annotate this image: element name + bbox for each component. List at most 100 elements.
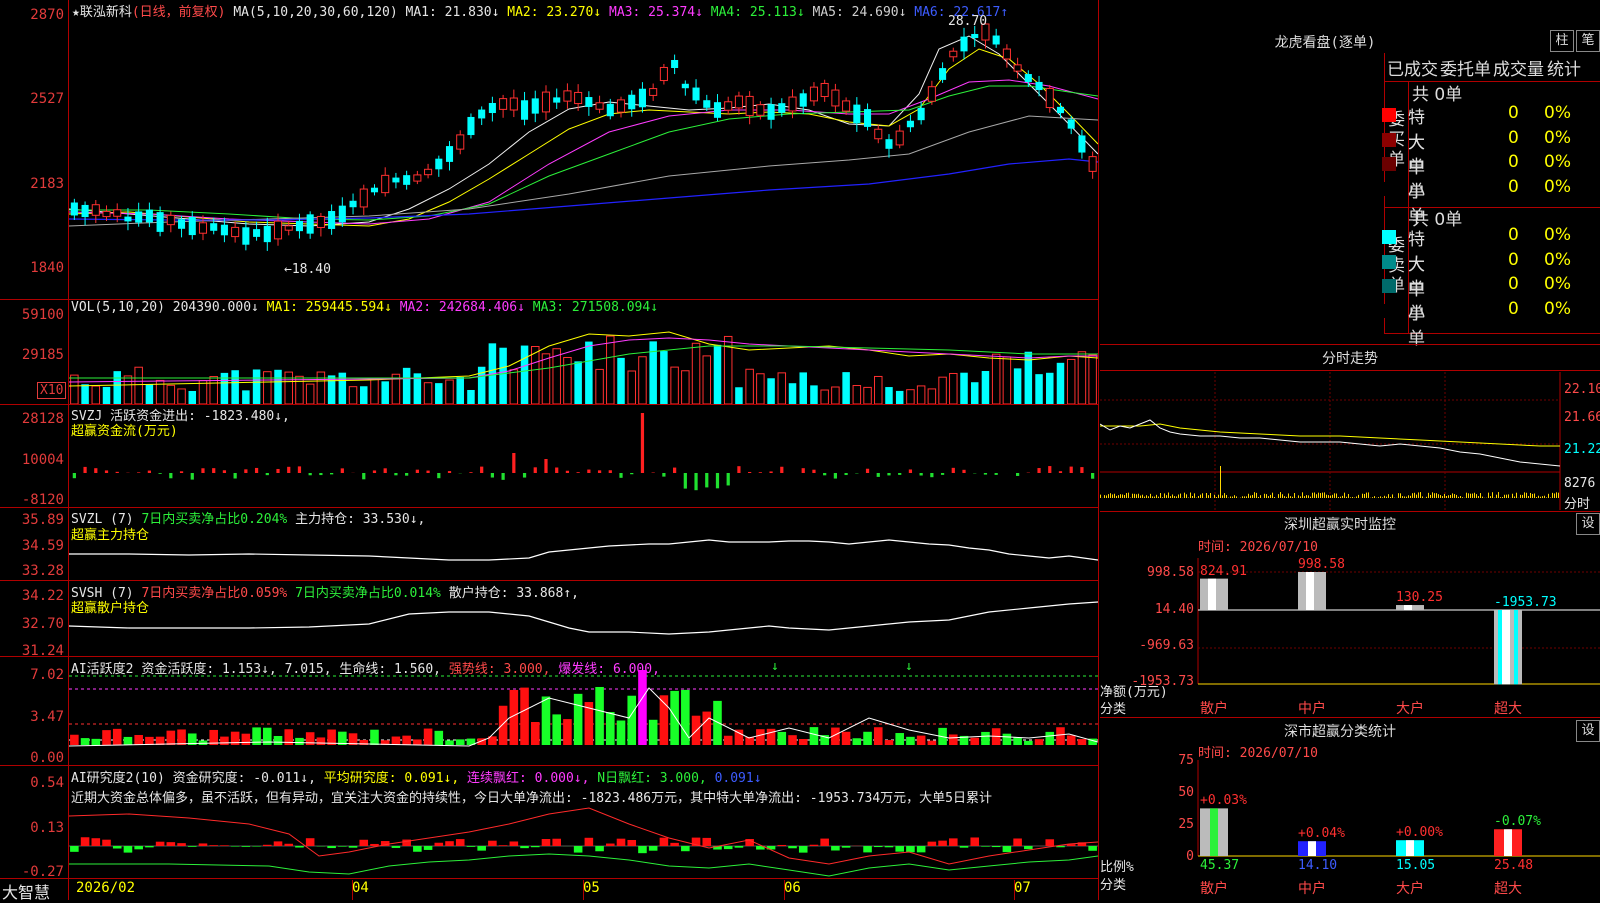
intraday-vol-bar — [1274, 497, 1275, 498]
intraday-vol-bar — [1546, 497, 1547, 498]
volume-bar — [456, 377, 464, 404]
intraday-vol-bar — [1272, 493, 1273, 498]
svzj-bar — [255, 468, 258, 473]
svsh-line-chart[interactable] — [69, 582, 1098, 656]
intraday-vol-bar — [1270, 495, 1271, 498]
svzj-bar — [748, 472, 751, 473]
ai1-bar-chart[interactable]: ↓ ↓ — [69, 658, 1098, 765]
vol-ma3: MA3: 271508.094↓ — [533, 300, 658, 315]
vol-axis-label: 29185 — [0, 347, 64, 363]
svzj-bar — [727, 473, 730, 485]
monitor-time: 时间: 2026/07/10 — [1198, 536, 1318, 555]
classify-pct: 45.37 — [1200, 858, 1239, 873]
price-high-annotation: 28.70 — [948, 14, 987, 29]
volume-bar — [853, 386, 861, 404]
intraday-vol-bar — [1502, 497, 1503, 498]
candle-body — [639, 89, 646, 108]
svsh-axis-label: 31.24 — [0, 643, 64, 659]
ai2-bar — [456, 839, 465, 846]
volume-bar — [757, 374, 765, 404]
classify-bar-chart[interactable] — [1196, 760, 1600, 866]
volume-bar — [424, 383, 432, 404]
pen-view-button[interactable]: 笔 — [1576, 30, 1600, 52]
intraday-vol-bar — [1364, 494, 1365, 498]
intraday-vol-bar — [1418, 492, 1419, 498]
intraday-vol-bar — [1322, 493, 1323, 498]
intraday-vol-bar — [1426, 497, 1427, 498]
volume-bar — [135, 367, 143, 404]
svzj-bar — [491, 473, 494, 478]
candle-body — [564, 91, 571, 101]
intraday-vol-bar — [1306, 495, 1307, 498]
classify-change: +0.00% — [1396, 825, 1443, 840]
ai2-bar — [177, 843, 186, 846]
svzj-bar — [544, 459, 547, 473]
tab-filled[interactable]: 已成交 — [1387, 55, 1438, 80]
monitor-category: 超大 — [1494, 698, 1522, 718]
candle-body — [167, 215, 174, 224]
intraday-chart[interactable] — [1100, 372, 1600, 510]
candle-body — [124, 217, 131, 222]
volume-bar — [124, 376, 132, 404]
volume-bar — [917, 386, 925, 404]
ai2-bar — [702, 838, 711, 846]
svzj-bar — [598, 470, 601, 473]
ai2-bar-chart[interactable] — [69, 804, 1098, 878]
svzj-bar — [802, 468, 805, 473]
classify-bars — [1200, 808, 1522, 856]
ai1-bar — [134, 735, 143, 745]
ai2-bars — [70, 837, 1097, 853]
svzj-bar — [266, 473, 269, 475]
tab-orders[interactable]: 委托单 — [1440, 55, 1491, 80]
brand-label: 大智慧 — [2, 879, 50, 903]
candle-body — [425, 169, 432, 174]
svzl-line-chart[interactable] — [69, 508, 1098, 580]
intraday-vol-bar — [1538, 496, 1539, 498]
ai1-bar — [906, 737, 915, 745]
svzj-bar — [684, 473, 687, 489]
volume-bar — [660, 351, 668, 404]
svzj-bar — [952, 468, 955, 473]
volume-bar — [296, 376, 304, 404]
svzj-bar-chart[interactable] — [69, 405, 1098, 507]
sell-row-count: 0 — [1508, 250, 1519, 270]
classify-settings-button[interactable]: 设 — [1576, 720, 1600, 742]
ai1-bar — [649, 720, 658, 745]
intraday-vol-bar — [1290, 496, 1291, 498]
svzj-bar — [1048, 466, 1051, 473]
svzj-bar — [341, 468, 344, 473]
volume-bar — [113, 371, 121, 404]
volume-bar — [242, 390, 250, 404]
ai2-bar — [510, 841, 519, 846]
ai2-bar — [349, 846, 358, 848]
ai2-green-line — [69, 854, 1098, 876]
sell-row-pct: 0% — [1544, 250, 1571, 270]
volume-bar — [907, 390, 915, 404]
intraday-vol-bar — [1248, 494, 1249, 498]
buy-row-color-swatch — [1382, 157, 1396, 171]
intraday-vol-bar — [1410, 496, 1411, 498]
intraday-vol-bar — [1144, 497, 1145, 498]
svzj-bar — [1016, 473, 1019, 476]
intraday-vol-bar — [1158, 497, 1159, 498]
candle-body — [650, 89, 657, 96]
candle-body — [757, 105, 764, 116]
tab-statistics[interactable]: 统计 — [1547, 55, 1581, 80]
candle-body — [832, 90, 839, 106]
chart-area[interactable]: 2870 2527 2183 1840 ★联泓新科(日线，前复权) MA(5,1… — [0, 0, 1100, 900]
monitor-category: 散户 — [1200, 698, 1228, 718]
monitor-settings-button[interactable]: 设 — [1576, 513, 1600, 535]
intraday-vol-bar — [1216, 497, 1217, 498]
monitor-bar-chart[interactable] — [1196, 558, 1600, 698]
svzj-bar — [512, 453, 515, 473]
ai1-bar — [1003, 734, 1012, 745]
bar-view-button[interactable]: 柱 — [1550, 30, 1574, 52]
candle-body — [532, 98, 539, 113]
intraday-vol-bar — [1524, 492, 1525, 498]
intraday-vol-bar — [1256, 493, 1257, 498]
price-candlestick-chart[interactable] — [69, 14, 1098, 299]
svzj-bar — [384, 468, 387, 473]
intraday-vol-bar — [1328, 495, 1329, 498]
volume-chart[interactable] — [69, 316, 1098, 404]
tab-volume[interactable]: 成交量 — [1493, 55, 1544, 80]
